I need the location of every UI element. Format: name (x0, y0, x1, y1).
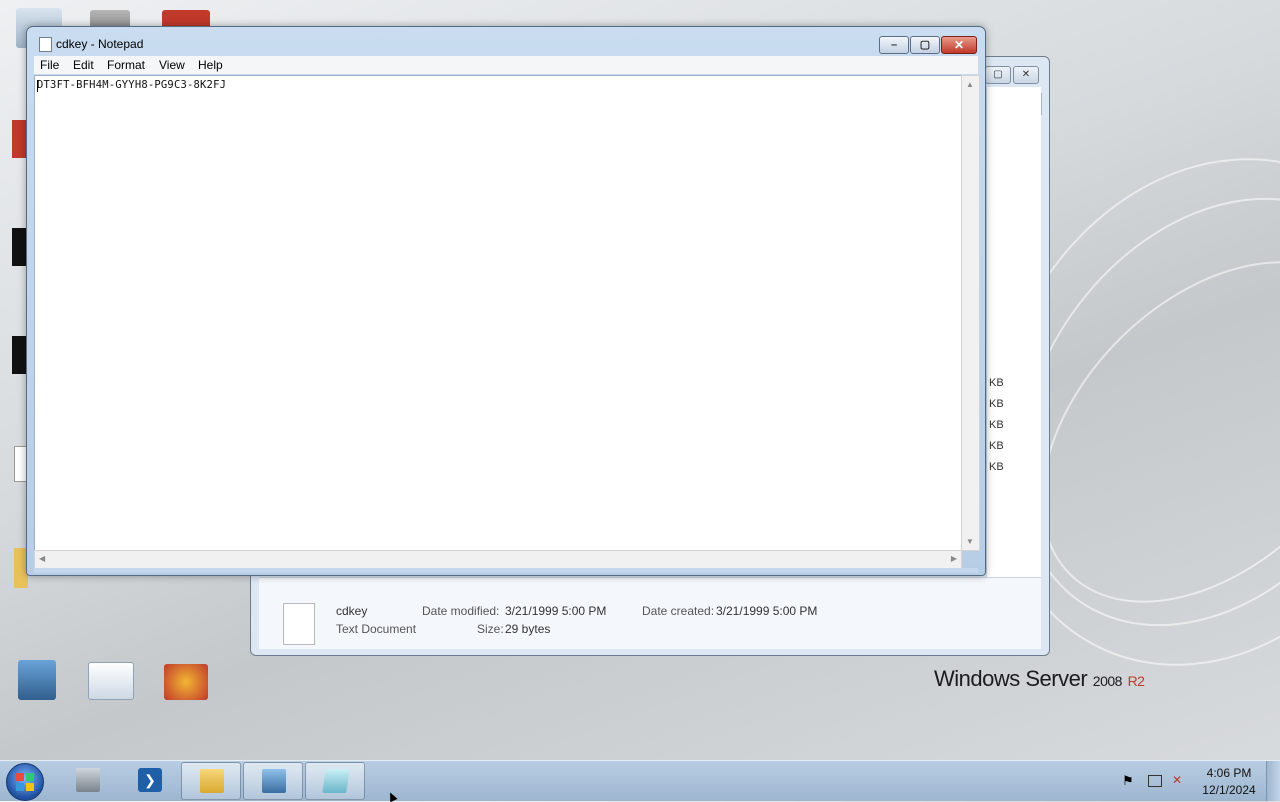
taskbar-computer-management[interactable] (243, 762, 303, 800)
details-date-modified-label: Date modified: (422, 604, 500, 618)
windows-logo-icon (16, 773, 24, 781)
file-size-unit: KB (989, 419, 1004, 431)
action-center-flag-icon[interactable]: ⚑ (1122, 773, 1138, 789)
menu-file[interactable]: File (40, 58, 59, 72)
menu-edit[interactable]: Edit (73, 58, 94, 72)
taskbar-explorer[interactable] (181, 762, 241, 800)
details-file-name: cdkey (336, 604, 368, 618)
scroll-left-arrow-icon[interactable]: ◀ (39, 554, 45, 563)
minimize-button[interactable]: – (879, 36, 909, 54)
notepad-window[interactable]: cdkey - Notepad – ▢ ✕ File Edit Format V… (26, 26, 986, 576)
computer-management-icon[interactable] (18, 660, 56, 700)
brand-edition: R2 (1127, 673, 1145, 689)
details-date-created: 3/21/1999 5:00 PM (716, 604, 818, 618)
details-size-label: Size: (477, 622, 504, 636)
menu-bar: File Edit Format View Help (34, 56, 978, 74)
clock-time[interactable]: 4:06 PM (1198, 766, 1260, 780)
maximize-button[interactable]: ▢ (910, 36, 940, 54)
details-file-type: Text Document (336, 622, 417, 636)
editor-content[interactable]: DT3FT-BFH4M-GYYH8-PG9C3-8K2FJ (37, 79, 226, 91)
file-list-pane[interactable] (986, 87, 1041, 577)
powershell-icon: ❯ (138, 768, 162, 792)
notepad-icon (322, 769, 350, 793)
file-size-unit: KB (989, 440, 1004, 452)
taskbar: ❯ ⚑ ✕ 4:06 PM 12/1/2024 (0, 760, 1280, 801)
notepad-app-icon (39, 37, 52, 52)
details-size: 29 bytes (505, 622, 551, 636)
server-manager-icon (76, 768, 100, 792)
volume-muted-icon[interactable]: ✕ (1172, 773, 1188, 789)
file-size-unit: KB (989, 461, 1004, 473)
vertical-scrollbar[interactable]: ▲ ▼ (961, 75, 980, 551)
details-date-created-label: Date created: (642, 604, 715, 618)
app-shortcut-icon[interactable] (12, 120, 26, 158)
file-size-unit: KB (989, 398, 1004, 410)
file-size-unit: KB (989, 377, 1004, 389)
taskbar-server-manager[interactable] (58, 762, 116, 798)
window-bottom-border (34, 568, 978, 573)
minimize-icon: – (890, 39, 898, 51)
start-button[interactable] (6, 763, 44, 801)
text-document-icon (283, 603, 315, 645)
clock-date[interactable]: 12/1/2024 (1198, 783, 1260, 797)
windows-logo-icon (26, 773, 34, 781)
scroll-right-arrow-icon[interactable]: ▶ (951, 554, 957, 563)
window-title: cdkey - Notepad (56, 37, 144, 51)
menu-format[interactable]: Format (107, 58, 145, 72)
scroll-down-arrow-icon[interactable]: ▼ (966, 537, 974, 546)
computer-management-icon (262, 769, 286, 793)
windows-server-branding: Windows Server 2008 R2 (934, 666, 1145, 692)
explorer-maximize-button[interactable]: ▢ (985, 66, 1011, 84)
brand-version: 2008 (1092, 673, 1123, 689)
text-editor-area[interactable]: DT3FT-BFH4M-GYYH8-PG9C3-8K2FJ (34, 75, 962, 551)
brand-os-name: Windows Server (934, 666, 1088, 691)
folder-icon (200, 769, 224, 793)
scroll-up-arrow-icon[interactable]: ▲ (966, 80, 974, 89)
archive-icon[interactable] (12, 336, 26, 374)
close-button[interactable]: ✕ (941, 36, 977, 54)
menu-help[interactable]: Help (198, 58, 223, 72)
taskbar-powershell[interactable]: ❯ (120, 762, 178, 798)
details-date-modified: 3/21/1999 5:00 PM (505, 604, 607, 618)
taskbar-notepad[interactable] (305, 762, 365, 800)
maximize-icon: ▢ (919, 39, 931, 51)
show-desktop-button[interactable] (1266, 761, 1280, 801)
network-tray-icon[interactable] (1148, 775, 1162, 787)
windows-logo-icon (26, 783, 34, 791)
close-icon: ✕ (953, 38, 965, 52)
flower-image-icon[interactable] (164, 664, 208, 700)
menu-view[interactable]: View (159, 58, 185, 72)
horizontal-scrollbar[interactable]: ◀ ▶ (34, 550, 962, 569)
settings-gear-icon[interactable] (88, 662, 134, 700)
explorer-close-button[interactable]: ✕ (1013, 66, 1039, 84)
archive-icon[interactable] (12, 228, 26, 266)
windows-logo-icon (16, 783, 24, 791)
